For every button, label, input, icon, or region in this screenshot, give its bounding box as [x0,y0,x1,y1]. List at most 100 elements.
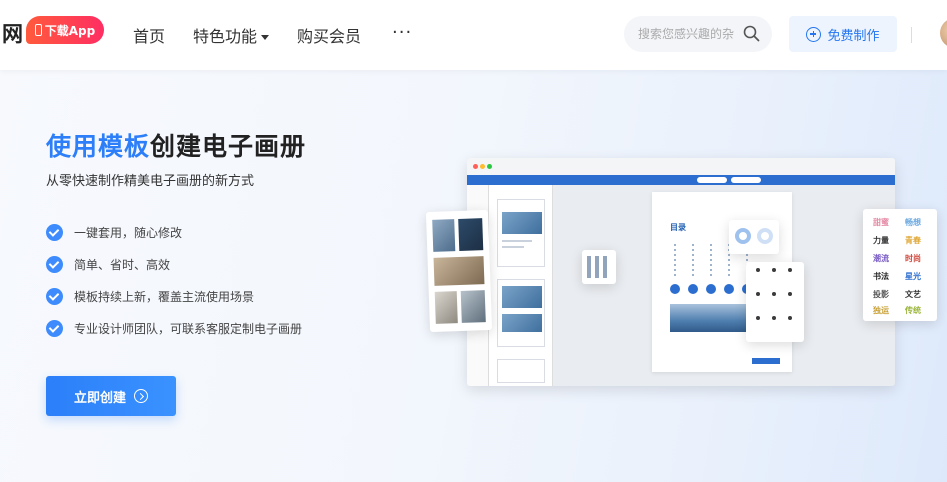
word-art: 时尚 [905,254,921,263]
nav-divider [911,27,912,43]
logo[interactable]: 网 [2,18,23,48]
person-figure-icon [770,292,778,310]
phone-icon [34,24,42,36]
toc-dot [688,284,698,294]
word-art: 独运 [873,306,889,315]
feature-text: 一键套用，随心修改 [74,225,183,240]
word-art: 力量 [873,236,889,245]
word-art: 书法 [873,272,889,281]
search-icon[interactable] [743,25,760,42]
create-now-button[interactable]: 立即创建 [46,376,176,416]
feature-text: 专业设计师团队，可联系客服定制电子画册 [74,321,303,336]
word-art: 青春 [905,236,921,245]
nav-item-label: 特色功能 [193,27,258,46]
donut-chart-icon [735,228,751,244]
feature-item: 一键套用，随心修改 [46,216,302,248]
page-thumbnail [497,359,545,383]
feature-text: 模板持续上新，覆盖主流使用场景 [74,289,255,304]
top-nav: 网 下载App 首页 特色功能 购买会员 ··· 免费制作 [0,0,947,70]
thumbnail-image [502,286,542,308]
check-icon [46,287,63,305]
caret-down-icon [261,35,270,40]
create-now-label: 立即创建 [73,390,126,406]
more-icon[interactable]: ··· [392,22,412,43]
template-photo [433,256,485,286]
maximize-dot-icon [487,164,492,169]
thumbnail-line [502,246,524,248]
page-title: 目录 [670,223,686,232]
nav-item-membership[interactable]: 购买会员 [297,23,361,47]
toc-column [692,244,694,278]
feature-item: 简单、省时、高效 [46,248,302,280]
hero-title-highlight: 使用模板 [46,132,151,161]
toc-column [674,244,676,278]
search-input[interactable] [638,24,742,44]
template-photo [434,291,458,324]
close-dot-icon [473,164,478,169]
word-art-card: 甜蜜 力量 潮流 书法 投影 独运 畅想 青春 时尚 星光 文艺 传统 [863,209,937,321]
toolbar-pill [731,177,761,183]
editor-page-panel [489,185,553,386]
person-figure-icon [754,268,762,286]
editor-mockup: 目录 [467,158,895,386]
check-icon [46,255,63,273]
search-box[interactable] [624,16,772,52]
template-photo [460,290,486,323]
free-make-label: 免费制作 [827,28,880,44]
hero-subtitle: 从零快速制作精美电子画册的新方式 [46,174,255,189]
word-art: 星光 [905,272,921,281]
plus-circle-icon [806,26,822,42]
template-photo [432,219,456,252]
person-figure-icon [786,292,794,310]
word-art: 投影 [873,290,889,299]
person-figure-icon [786,268,794,286]
nav-item-label: 首页 [133,27,166,46]
word-art: 畅想 [905,218,921,227]
download-app-button[interactable]: 下载App [26,16,104,44]
nav-item-label: 购买会员 [297,27,362,46]
photo-template-card [425,209,493,333]
thumbnail-line [502,240,532,242]
word-art: 甜蜜 [873,218,889,227]
person-figure-icon [754,292,762,310]
check-icon [46,223,63,241]
icon-grid [587,256,611,278]
editor-titlebar [467,158,895,175]
thumbnail-image [502,212,542,234]
people-illustration-card [746,262,804,342]
thumbnail-image [502,314,542,332]
person-figure-icon [786,316,794,334]
nav-item-features[interactable]: 特色功能 [193,23,270,47]
person-figure-icon [754,316,762,334]
person-figure-icon [770,268,778,286]
arrow-right-circle-icon [134,389,148,403]
hero-title-rest: 创建电子画册 [150,132,307,161]
word-art: 文艺 [905,290,921,299]
nav-item-home[interactable]: 首页 [133,23,165,47]
download-app-label: 下载App [44,23,96,38]
feature-text: 简单、省时、高效 [74,257,171,272]
toc-dot [670,284,680,294]
page-footer-bar [752,358,780,364]
icon-set-card [582,250,616,284]
person-figure-icon [770,316,778,334]
avatar[interactable] [940,18,947,48]
minimize-dot-icon [480,164,485,169]
feature-item: 模板持续上新，覆盖主流使用场景 [46,280,302,312]
word-art: 潮流 [873,254,889,263]
word-art: 传统 [905,306,921,315]
toolbar-pill [697,177,727,183]
toc-dot [724,284,734,294]
template-photo [458,218,484,251]
donut-chart-icon [757,228,773,244]
hero-title: 使用模板创建电子画册 [46,127,306,163]
feature-list: 一键套用，随心修改 简单、省时、高效 模板持续上新，覆盖主流使用场景 专业设计师… [46,216,302,344]
page-thumbnail [497,279,545,347]
chart-element-card [729,220,779,254]
editor-toolbar [467,175,895,185]
page-thumbnail [497,199,545,267]
feature-item: 专业设计师团队，可联系客服定制电子画册 [46,312,302,344]
free-make-button[interactable]: 免费制作 [789,16,897,52]
check-icon [46,319,63,337]
toc-column [710,244,712,278]
